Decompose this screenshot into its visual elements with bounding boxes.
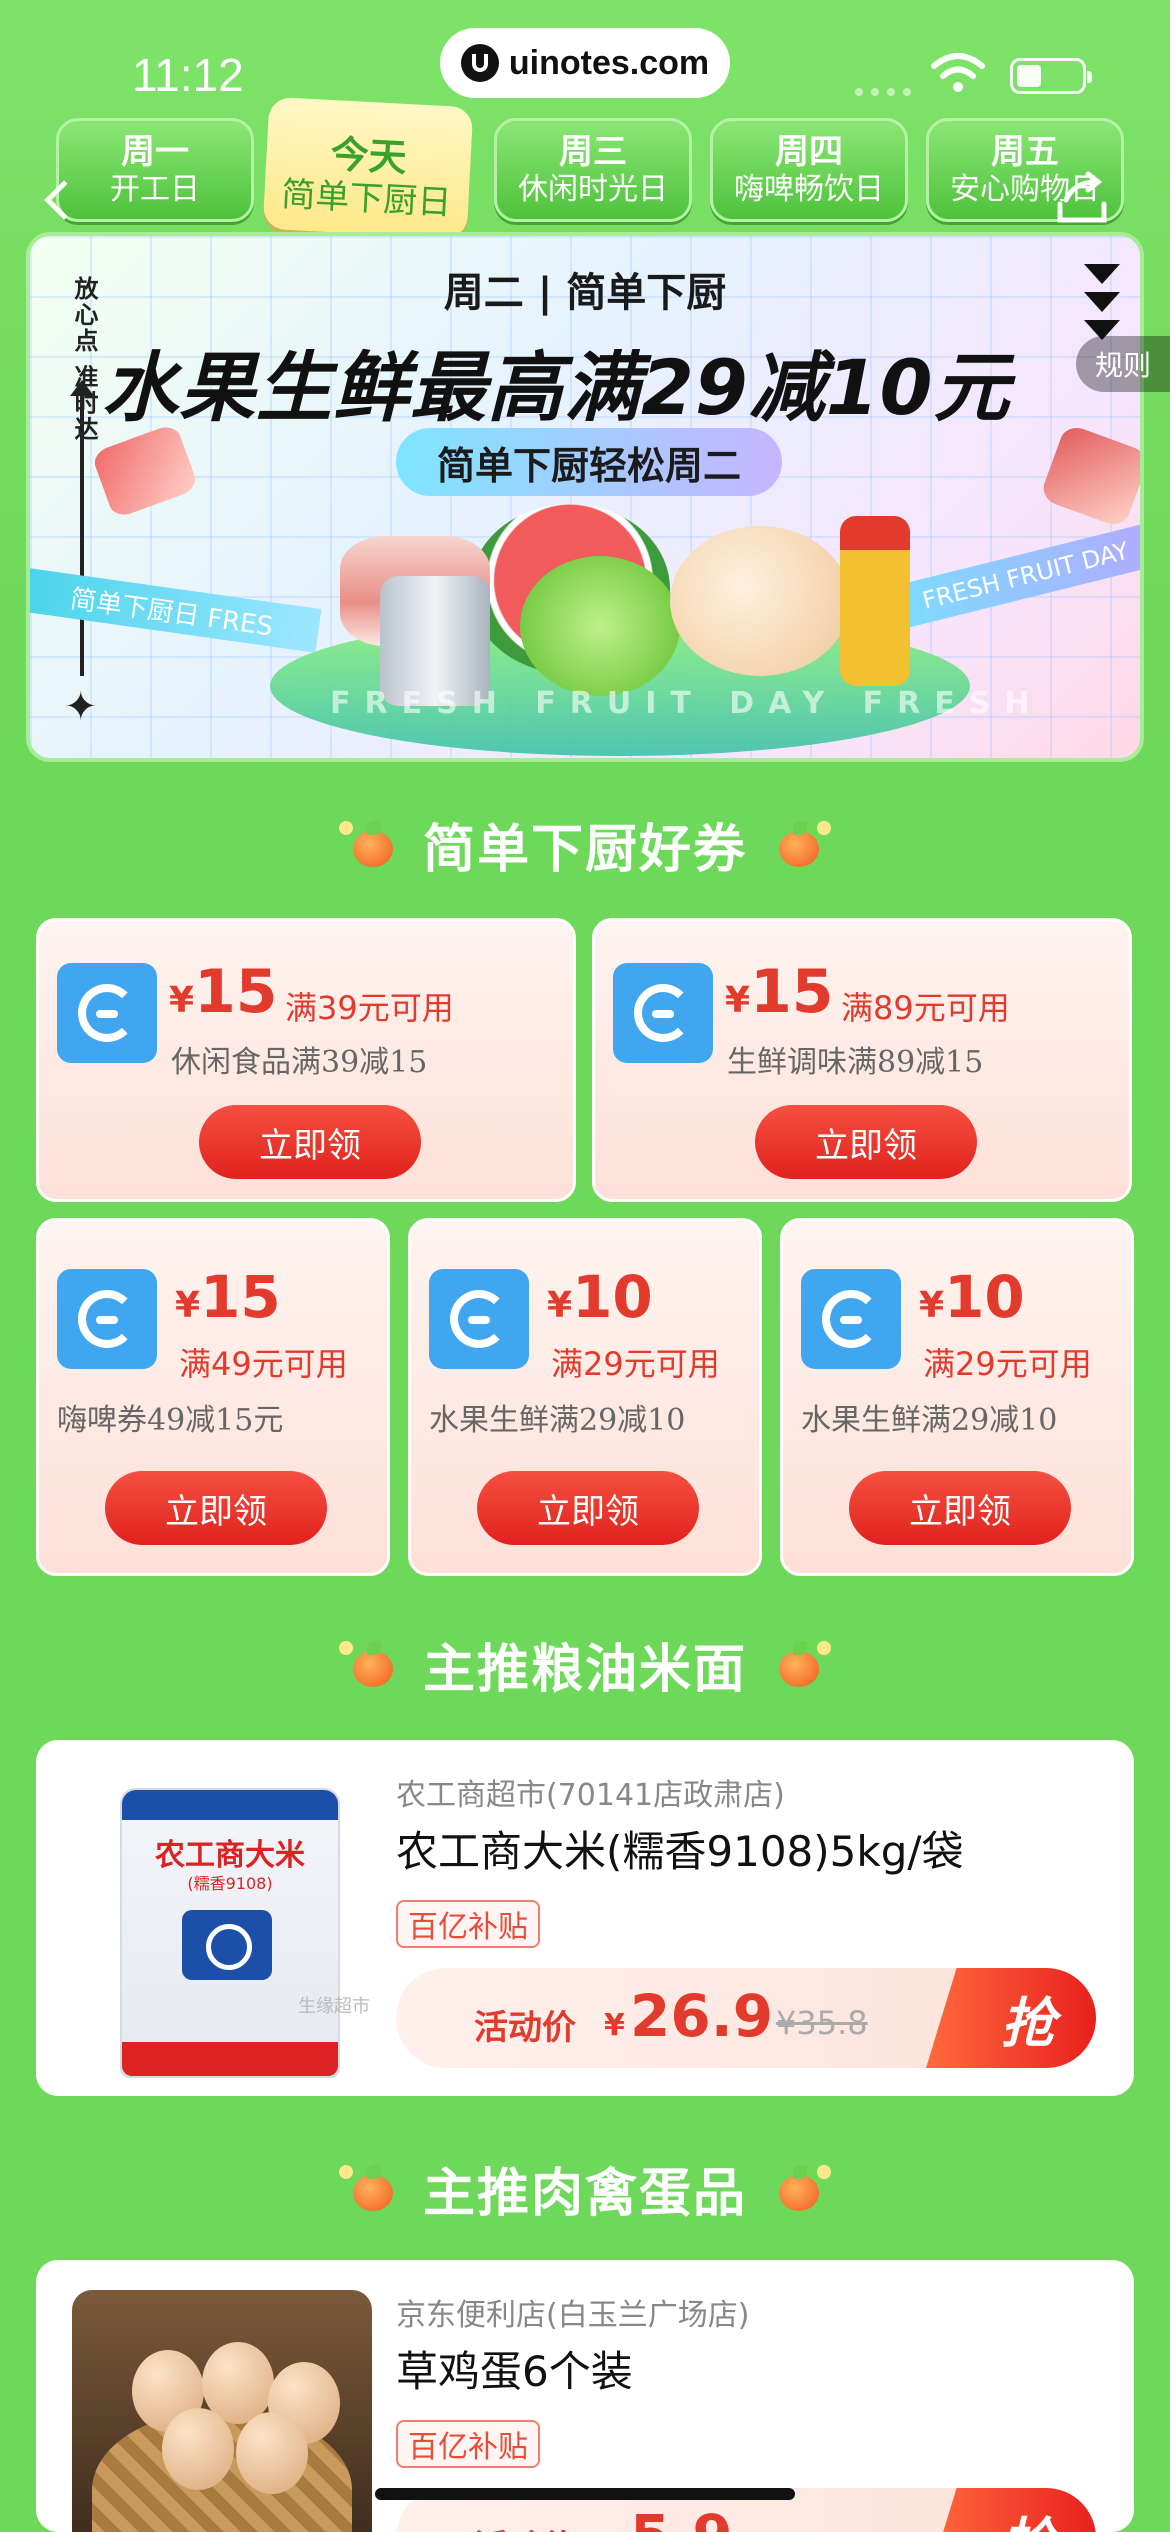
url-pill[interactable]: uinotes.com [440, 28, 730, 98]
platter-text: FRESH FRUIT DAY FRESH [330, 686, 1044, 721]
coupon-description: 休闲食品满39减15 [171, 1045, 428, 1080]
price-currency: ¥ [604, 2528, 625, 2532]
buy-bar[interactable]: 活动价 ¥ 26.9 ¥35.8 抢 [396, 1968, 1096, 2068]
tab-today[interactable]: 今天 简单下厨日 [262, 96, 474, 240]
subsidy-badge: 百亿补贴 [396, 1900, 540, 1948]
product-name: 草鸡蛋6个装 [396, 2347, 633, 2396]
coupon-card[interactable]: ¥15 满89元可用 生鲜调味满89减15 立即领 [592, 918, 1132, 1202]
tab-day: 周一 [121, 132, 189, 172]
up-arrow-icon [70, 380, 94, 676]
tab-wednesday[interactable]: 周三 休闲时光日 [494, 118, 692, 222]
sparkle-icon: ✦ [64, 684, 98, 730]
tab-monday[interactable]: 周一 开工日 [56, 118, 254, 222]
coupon-condition: 满49元可用 [179, 1345, 348, 1383]
claim-coupon-button[interactable]: 立即领 [477, 1471, 699, 1545]
banner-header: 周二 | 简单下厨 [443, 270, 727, 316]
tab-day: 周四 [775, 132, 843, 172]
home-indicator[interactable] [375, 2488, 795, 2500]
product-store: 农工商超市(70141店政肃店) [396, 1778, 785, 1813]
original-price: ¥35.8 [776, 2004, 868, 2042]
coupon-amount: ¥10 [547, 1263, 653, 1331]
status-bar: 11:12 uinotes.com [0, 0, 1170, 120]
fruit-decoration-icon [338, 2161, 399, 2215]
coupon-brand-icon [429, 1269, 529, 1369]
product-store: 京东便利店(白玉兰广场店) [396, 2298, 750, 2333]
section-title-text: 简单下厨好券 [422, 819, 747, 880]
fruit-decoration-icon [338, 1637, 399, 1691]
coupon-brand-icon [57, 1269, 157, 1369]
coupon-description: 水果生鲜满29减10 [429, 1403, 686, 1438]
oil-bottle-icon [840, 516, 910, 686]
tab-theme: 休闲时光日 [518, 172, 668, 207]
coupon-description: 生鲜调味满89减15 [727, 1045, 984, 1080]
section-title-coupons: 简单下厨好券 [0, 804, 1170, 884]
coupon-card[interactable]: ¥10 满29元可用 水果生鲜满29减10 立即领 [408, 1218, 762, 1576]
grab-button[interactable]: 抢 [926, 2488, 1096, 2532]
coupon-brand-icon [613, 963, 713, 1063]
fruit-decoration-icon [771, 1637, 831, 1691]
coupon-brand-icon [801, 1269, 901, 1369]
image-sub-text: (糯香9108) [187, 1874, 273, 1893]
promo-banner[interactable]: 放心点 准时达 ✦ 周二 | 简单下厨 水果生鲜最高满29减10元 简单下厨轻松… [26, 232, 1144, 762]
price-currency: ¥ [604, 2008, 625, 2043]
signal-dots-icon [855, 88, 911, 96]
battery-icon [1010, 58, 1092, 94]
section-title-meat: 主推肉禽蛋品 [0, 2148, 1170, 2228]
claim-coupon-button[interactable]: 立即领 [199, 1105, 421, 1179]
price-label: 活动价 [474, 2520, 576, 2532]
coupon-card[interactable]: ¥10 满29元可用 水果生鲜满29减10 立即领 [780, 1218, 1134, 1576]
fruit-decoration-icon [771, 817, 831, 871]
price-label: 活动价 [474, 2008, 576, 2048]
coupon-brand-icon [57, 963, 157, 1063]
coupon-amount: ¥15 [169, 957, 278, 1027]
fruit-decoration-icon [338, 817, 399, 871]
status-time: 11:12 [132, 49, 244, 101]
fruit-decoration-icon [771, 2161, 831, 2215]
image-watermark: 生缘超市 [298, 1996, 370, 2017]
egg-icon [236, 2412, 308, 2494]
coupon-condition: 满89元可用 [841, 989, 1010, 1027]
product-image: 农工商大米 (糯香9108) [120, 1788, 340, 2078]
section-title-text: 主推肉禽蛋品 [422, 2163, 747, 2224]
brand-logo-icon [182, 1910, 272, 1980]
coupon-condition: 满29元可用 [551, 1345, 720, 1383]
egg-icon [162, 2408, 234, 2490]
url-text: uinotes.com [508, 43, 710, 82]
wifi-icon [931, 53, 985, 92]
tab-theme: 开工日 [110, 172, 200, 207]
coupon-amount: ¥10 [919, 1263, 1025, 1331]
section-title-grain: 主推粮油米面 [0, 1624, 1170, 1704]
coupon-card[interactable]: ¥15 满49元可用 嗨啤券49减15元 立即领 [36, 1218, 390, 1576]
section-title-text: 主推粮油米面 [422, 1639, 747, 1700]
rules-button[interactable]: 规则 [1076, 336, 1170, 392]
coupon-amount: ¥15 [175, 1263, 281, 1331]
product-card[interactable]: 农工商大米 (糯香9108) 生缘超市 农工商超市(70141店政肃店) 农工商… [36, 1740, 1134, 2096]
product-name: 农工商大米(糯香9108)5kg/袋 [396, 1827, 964, 1876]
tab-day: 周三 [559, 132, 627, 172]
coupon-condition: 满39元可用 [285, 989, 454, 1027]
grab-button[interactable]: 抢 [926, 1968, 1096, 2068]
coupon-condition: 满29元可用 [923, 1345, 1092, 1383]
lettuce-icon [520, 556, 680, 696]
subsidy-badge: 百亿补贴 [396, 2420, 540, 2468]
site-logo-icon [460, 44, 499, 82]
claim-coupon-button[interactable]: 立即领 [755, 1105, 977, 1179]
banner-pill: 简单下厨轻松周二 [396, 428, 782, 496]
share-icon[interactable] [1052, 170, 1112, 230]
tab-day: 周五 [991, 132, 1059, 172]
coupon-amount: ¥15 [725, 957, 834, 1027]
claim-coupon-button[interactable]: 立即领 [849, 1471, 1071, 1545]
price-value: 26.9 [630, 1982, 774, 2050]
coupon-description: 嗨啤券49减15元 [57, 1403, 284, 1438]
eggs-icon [670, 526, 850, 676]
coupon-description: 水果生鲜满29减10 [801, 1403, 1058, 1438]
tab-thursday[interactable]: 周四 嗨啤畅饮日 [710, 118, 908, 222]
coupon-card[interactable]: ¥15 满39元可用 休闲食品满39减15 立即领 [36, 918, 576, 1202]
tab-theme: 嗨啤畅饮日 [734, 172, 884, 207]
price-value: 5.9 [630, 2502, 733, 2532]
product-image [72, 2290, 372, 2532]
image-brand-text: 农工商大米 [155, 1838, 305, 1873]
banner-headline: 水果生鲜最高满29减10元 [102, 343, 1011, 432]
claim-coupon-button[interactable]: 立即领 [105, 1471, 327, 1545]
